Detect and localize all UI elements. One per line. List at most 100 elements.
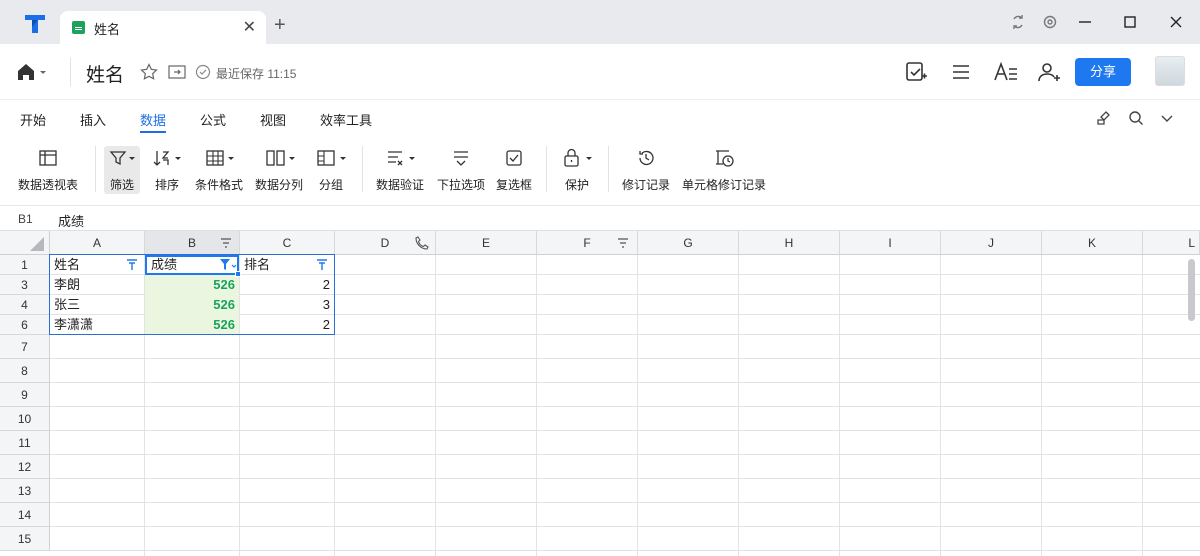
home-icon[interactable]	[16, 62, 46, 82]
settings-gear-icon[interactable]	[1040, 12, 1060, 32]
formula-bar: B1 成绩	[0, 205, 1200, 231]
tab-start[interactable]: 开始	[20, 110, 46, 129]
select-all-corner[interactable]	[0, 231, 50, 255]
add-note-icon[interactable]	[904, 60, 928, 84]
column-header-h[interactable]: H	[739, 231, 840, 255]
row-header[interactable]: 1	[0, 255, 50, 275]
document-tab[interactable]: 姓名 ✕	[60, 11, 266, 44]
split-column-icon	[252, 148, 306, 168]
history-icon	[618, 148, 674, 168]
save-status: 最近保存 11:15	[216, 67, 297, 81]
conditional-format-icon	[192, 148, 246, 168]
column-header-j[interactable]: J	[941, 231, 1042, 255]
conditional-format-button[interactable]: 条件格式	[192, 142, 246, 196]
maximize-icon[interactable]	[1120, 12, 1140, 32]
lock-icon	[558, 148, 596, 168]
group-button[interactable]: 分组	[312, 142, 350, 196]
row-header[interactable]: 6	[0, 315, 50, 335]
cell-b6[interactable]: 526	[145, 315, 239, 335]
new-tab-icon[interactable]: +	[274, 14, 286, 37]
cell-reference[interactable]: B1	[18, 212, 33, 226]
search-icon[interactable]	[1128, 110, 1144, 126]
row-header[interactable]: 15	[0, 527, 50, 551]
phone-icon	[415, 236, 429, 250]
split-column-button[interactable]: 数据分列	[252, 142, 306, 196]
tab-title: 姓名	[94, 22, 121, 37]
revision-history-button[interactable]: 修订记录	[618, 142, 674, 196]
header-cell-score-selected[interactable]: 成绩	[145, 255, 239, 275]
column-header-i[interactable]: I	[840, 231, 941, 255]
app-window: 姓名 ✕ + 姓名 最近保存 11:15 分享 开始 插入 数据 公式 视图 效…	[0, 0, 1200, 556]
row-header[interactable]: 11	[0, 431, 50, 455]
share-button[interactable]: 分享	[1075, 58, 1131, 86]
dropdown-options-button[interactable]: 下拉选项	[434, 142, 488, 196]
filter-button[interactable]: 筛选	[104, 142, 140, 196]
cell-a6[interactable]: 李潇潇	[50, 315, 144, 335]
cell-c3[interactable]: 2	[240, 275, 334, 295]
header-cell-rank[interactable]: 排名	[240, 255, 334, 275]
column-header-d[interactable]: D	[335, 231, 436, 255]
column-header-a[interactable]: A	[50, 231, 145, 255]
data-validation-icon	[372, 148, 428, 168]
tab-data[interactable]: 数据	[140, 110, 166, 129]
tab-insert[interactable]: 插入	[80, 110, 106, 129]
row-header[interactable]: 7	[0, 335, 50, 359]
brush-icon[interactable]	[1096, 110, 1112, 126]
row-header[interactable]: 13	[0, 479, 50, 503]
collapse-chevron-icon[interactable]	[1160, 111, 1174, 125]
column-header-g[interactable]: G	[638, 231, 739, 255]
close-tab-icon[interactable]: ✕	[243, 17, 256, 37]
cell-c4[interactable]: 3	[240, 295, 334, 315]
data-validation-button[interactable]: 数据验证	[372, 142, 428, 196]
column-header-c[interactable]: C	[240, 231, 335, 255]
row-header[interactable]: 10	[0, 407, 50, 431]
refresh-icon[interactable]	[1008, 12, 1028, 32]
row-header[interactable]: 14	[0, 503, 50, 527]
document-title[interactable]: 姓名	[86, 60, 124, 87]
checkbox-button[interactable]: 复选框	[494, 142, 534, 196]
filter-icon[interactable]	[126, 259, 138, 271]
sort-icon	[148, 148, 186, 168]
cell-a3[interactable]: 李朗	[50, 275, 144, 295]
column-header-l[interactable]: L	[1143, 231, 1200, 255]
document-header: 姓名 最近保存 11:15 分享	[0, 44, 1200, 100]
column-header-k[interactable]: K	[1042, 231, 1143, 255]
title-bar: 姓名 ✕ +	[0, 0, 1200, 44]
cell-a4[interactable]: 张三	[50, 295, 144, 315]
row-header[interactable]: 4	[0, 295, 50, 315]
row-header[interactable]: 8	[0, 359, 50, 383]
star-icon[interactable]	[140, 63, 158, 81]
tab-efficiency-tools[interactable]: 效率工具	[320, 110, 372, 129]
formula-input[interactable]: 成绩	[58, 211, 84, 230]
column-header-e[interactable]: E	[436, 231, 537, 255]
close-window-icon[interactable]	[1166, 12, 1186, 32]
column-header-b[interactable]: B	[145, 231, 240, 255]
move-to-folder-icon[interactable]	[168, 64, 186, 80]
pivot-table-button[interactable]: 数据透视表	[14, 142, 82, 196]
tab-view[interactable]: 视图	[260, 110, 286, 129]
filter-icon[interactable]	[316, 259, 328, 271]
sheet-icon	[72, 21, 85, 34]
column-header-f[interactable]: F	[537, 231, 638, 255]
group-icon	[312, 148, 350, 168]
menu-lines-icon[interactable]	[950, 61, 972, 83]
filter-active-icon[interactable]	[219, 258, 237, 272]
add-collaborator-icon[interactable]	[1037, 60, 1061, 84]
cell-c6[interactable]: 2	[240, 315, 334, 335]
filter-icon	[104, 148, 140, 168]
row-header[interactable]: 3	[0, 275, 50, 295]
vertical-scrollbar[interactable]	[1188, 259, 1195, 321]
tab-formula[interactable]: 公式	[200, 110, 226, 129]
cell-b4[interactable]: 526	[145, 295, 239, 315]
row-header[interactable]: 9	[0, 383, 50, 407]
cell-b3[interactable]: 526	[145, 275, 239, 295]
text-format-icon[interactable]	[993, 61, 1019, 83]
minimize-icon[interactable]	[1075, 12, 1095, 32]
sort-button[interactable]: 排序	[148, 142, 186, 196]
row-header[interactable]: 12	[0, 455, 50, 479]
avatar[interactable]	[1155, 56, 1185, 86]
cell-revision-history-button[interactable]: 单元格修订记录	[680, 142, 768, 196]
protect-button[interactable]: 保护	[558, 142, 596, 196]
header-cell-name[interactable]: 姓名	[50, 255, 144, 275]
cell-history-icon	[680, 148, 768, 168]
